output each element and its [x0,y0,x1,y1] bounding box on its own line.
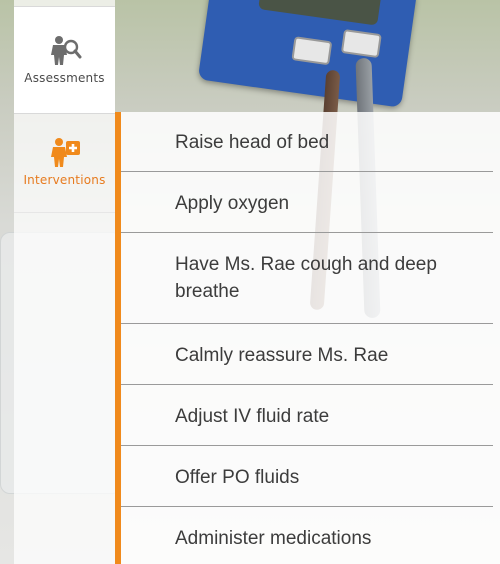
list-item-label: Raise head of bed [175,132,330,153]
cable-plug [340,29,382,59]
list-item-label: Apply oxygen [175,193,290,214]
tab-assessments-label: Assessments [24,71,105,85]
tab-interventions[interactable]: Interventions [14,112,115,212]
list-item[interactable]: Offer PO fluids [121,446,493,507]
list-item-label: Administer medications [175,528,372,549]
list-item[interactable]: Administer medications [121,507,493,564]
list-item-label: Offer PO fluids [175,467,300,488]
monitor-device [197,0,418,108]
tab-divider [14,212,115,213]
intervention-plus-icon [50,138,80,167]
list-item[interactable]: Adjust IV fluid rate [121,385,493,446]
interventions-list: Raise head of bed Apply oxygen Have Ms. … [121,112,500,564]
cable-plug [291,36,333,66]
list-item-label: Have Ms. Rae cough and deep breathe [175,254,437,302]
list-item-label: Adjust IV fluid rate [175,406,330,427]
list-item[interactable]: Apply oxygen [121,172,493,233]
tab-interventions-label: Interventions [23,173,106,187]
list-item[interactable]: Raise head of bed [121,112,493,172]
assessment-magnifier-icon [50,36,81,65]
list-item[interactable]: Calmly reassure Ms. Rae [121,324,493,385]
category-tabs: Assessments Interventions [14,0,115,564]
tab-assessments[interactable]: Assessments [14,6,115,114]
list-item-label: Calmly reassure Ms. Rae [175,345,389,366]
list-item[interactable]: Have Ms. Rae cough and deep breathe [121,233,493,324]
monitor-screen [258,0,383,26]
